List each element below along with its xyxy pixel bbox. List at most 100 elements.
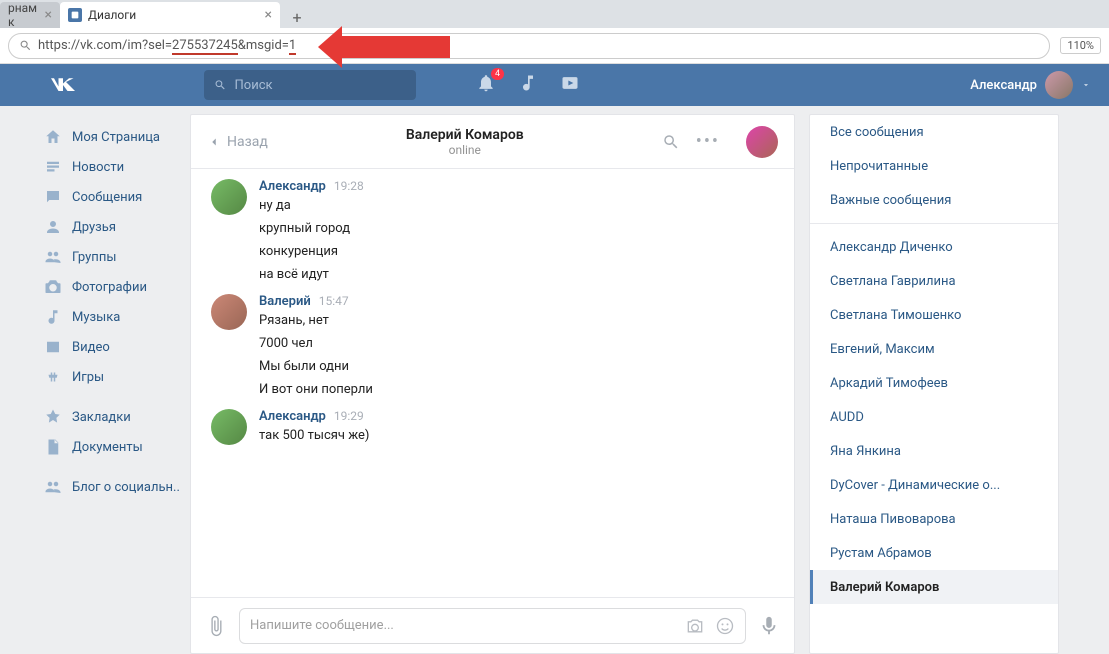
vk-header: 4 Александр bbox=[0, 64, 1109, 106]
message-line: ну да bbox=[259, 194, 774, 217]
nav-item[interactable]: Новости bbox=[44, 152, 190, 182]
nav-item[interactable]: Документы bbox=[44, 432, 190, 462]
filter-item[interactable]: Непрочитанные bbox=[810, 149, 1058, 183]
nav-item[interactable]: Группы bbox=[44, 242, 190, 272]
message-line: Рязань, нет bbox=[259, 309, 774, 332]
contact-item[interactable]: Валерий Комаров bbox=[810, 570, 1058, 604]
vk-logo[interactable] bbox=[48, 74, 84, 96]
message-line: конкуренция bbox=[259, 240, 774, 263]
attach-icon[interactable] bbox=[205, 615, 227, 637]
nav-item[interactable]: Сообщения bbox=[44, 182, 190, 212]
notification-badge: 4 bbox=[491, 68, 504, 80]
left-nav: Моя Страница Новости СообщенияДрузья Группы… bbox=[0, 114, 190, 654]
more-icon[interactable]: ••• bbox=[696, 131, 720, 152]
search-input[interactable] bbox=[235, 78, 407, 93]
nav-item[interactable]: Друзья bbox=[44, 212, 190, 242]
contact-item[interactable]: AUDD bbox=[810, 400, 1058, 434]
message-input[interactable] bbox=[250, 618, 685, 633]
url-text: https://vk.com/im?sel=275537245&msgid=1 bbox=[38, 38, 296, 53]
message-line: крупный город bbox=[259, 217, 774, 240]
nav-icon bbox=[44, 438, 62, 456]
message-group: Александр19:28ну дакрупный городконкурен… bbox=[211, 179, 774, 286]
nav-item[interactable]: Блог о социальн.. bbox=[44, 472, 190, 502]
chat-title[interactable]: Валерий Комаров bbox=[268, 127, 662, 143]
music-icon[interactable] bbox=[518, 73, 538, 97]
contact-item[interactable]: Рустам Абрамов bbox=[810, 536, 1058, 570]
tab-label: Диалоги bbox=[88, 8, 136, 22]
avatar[interactable] bbox=[211, 294, 247, 330]
chat-avatar[interactable] bbox=[746, 126, 778, 158]
nav-label: Музыка bbox=[72, 310, 120, 325]
nav-item[interactable]: Видео bbox=[44, 332, 190, 362]
nav-label: Новости bbox=[72, 160, 124, 175]
message-group: Валерий15:47Рязань, нет7000 челМы были о… bbox=[211, 294, 774, 401]
chat-status: online bbox=[268, 143, 662, 157]
nav-item[interactable]: Моя Страница bbox=[44, 122, 190, 152]
nav-item[interactable]: Музыка bbox=[44, 302, 190, 332]
browser-tab-inactive[interactable]: рнам к × bbox=[0, 2, 60, 28]
url-input[interactable]: https://vk.com/im?sel=275537245&msgid=1 bbox=[8, 33, 1050, 59]
nav-icon bbox=[44, 308, 62, 326]
nav-label: Документы bbox=[72, 440, 143, 455]
chat-title-wrap: Валерий Комаров online bbox=[268, 127, 662, 157]
content: Моя Страница Новости СообщенияДрузья Группы… bbox=[0, 106, 1109, 654]
nav-label: Фотографии bbox=[72, 280, 147, 295]
nav-label: Моя Страница bbox=[72, 130, 160, 145]
contact-item[interactable]: Александр Диченко bbox=[810, 230, 1058, 264]
back-button[interactable]: Назад bbox=[207, 134, 268, 150]
filter-item[interactable]: Важные сообщения bbox=[810, 183, 1058, 217]
contact-item[interactable]: Яна Янкина bbox=[810, 434, 1058, 468]
browser-tabs: рнам к × Диалоги × + bbox=[0, 0, 1109, 28]
nav-item[interactable]: Закладки bbox=[44, 402, 190, 432]
search-box[interactable] bbox=[204, 70, 416, 100]
emoji-icon[interactable] bbox=[715, 616, 735, 636]
filter-item[interactable]: Все сообщения bbox=[810, 115, 1058, 149]
contact-item[interactable]: Наташа Пивоварова bbox=[810, 502, 1058, 536]
contact-item[interactable]: Евгений, Максим bbox=[810, 332, 1058, 366]
avatar[interactable] bbox=[211, 409, 247, 445]
video-play-icon[interactable] bbox=[560, 73, 580, 97]
chevron-left-icon bbox=[207, 135, 221, 149]
message-author[interactable]: Александр bbox=[259, 409, 326, 424]
close-icon[interactable]: × bbox=[45, 7, 52, 23]
new-tab-button[interactable]: + bbox=[284, 6, 310, 28]
nav-icon bbox=[44, 338, 62, 356]
mic-icon[interactable] bbox=[758, 615, 780, 637]
message-line: Мы были одни bbox=[259, 355, 774, 378]
message-time: 15:47 bbox=[319, 294, 349, 308]
chat-input-wrap bbox=[239, 608, 746, 644]
message-group: Александр19:29так 500 тысяч же) bbox=[211, 409, 774, 447]
nav-label: Блог о социальн.. bbox=[72, 480, 180, 495]
chat-header-actions: ••• bbox=[662, 126, 778, 158]
contact-item[interactable]: Светлана Тимошенко bbox=[810, 298, 1058, 332]
contact-item[interactable]: Светлана Гаврилина bbox=[810, 264, 1058, 298]
tab-label: рнам к bbox=[8, 1, 39, 29]
browser-tab-active[interactable]: Диалоги × bbox=[60, 2, 280, 28]
nav-icon bbox=[44, 408, 62, 426]
message-author[interactable]: Александр bbox=[259, 179, 326, 194]
contact-item[interactable]: DyCover - Динамические о... bbox=[810, 468, 1058, 502]
nav-icon bbox=[44, 248, 62, 266]
notifications-icon[interactable]: 4 bbox=[476, 73, 496, 97]
chevron-down-icon bbox=[1081, 80, 1091, 90]
nav-label: Группы bbox=[72, 250, 116, 265]
nav-icon bbox=[44, 128, 62, 146]
close-icon[interactable]: × bbox=[265, 7, 272, 23]
zoom-badge[interactable]: 110% bbox=[1060, 37, 1101, 54]
contact-item[interactable]: Аркадий Тимофеев bbox=[810, 366, 1058, 400]
search-icon[interactable] bbox=[662, 133, 680, 151]
chat-input-row bbox=[191, 597, 794, 653]
avatar[interactable] bbox=[211, 179, 247, 215]
message-line: на всё идут bbox=[259, 263, 774, 286]
search-icon bbox=[214, 78, 227, 92]
nav-item[interactable]: Фотографии bbox=[44, 272, 190, 302]
message-time: 19:29 bbox=[334, 409, 364, 423]
message-author[interactable]: Валерий bbox=[259, 294, 311, 309]
camera-icon[interactable] bbox=[685, 616, 705, 636]
chat-body: Александр19:28ну дакрупный городконкурен… bbox=[191, 169, 794, 597]
nav-icon bbox=[44, 188, 62, 206]
message-line: И вот они поперли bbox=[259, 378, 774, 401]
username: Александр bbox=[970, 78, 1037, 93]
nav-item[interactable]: Игры bbox=[44, 362, 190, 392]
user-menu[interactable]: Александр bbox=[970, 71, 1109, 99]
